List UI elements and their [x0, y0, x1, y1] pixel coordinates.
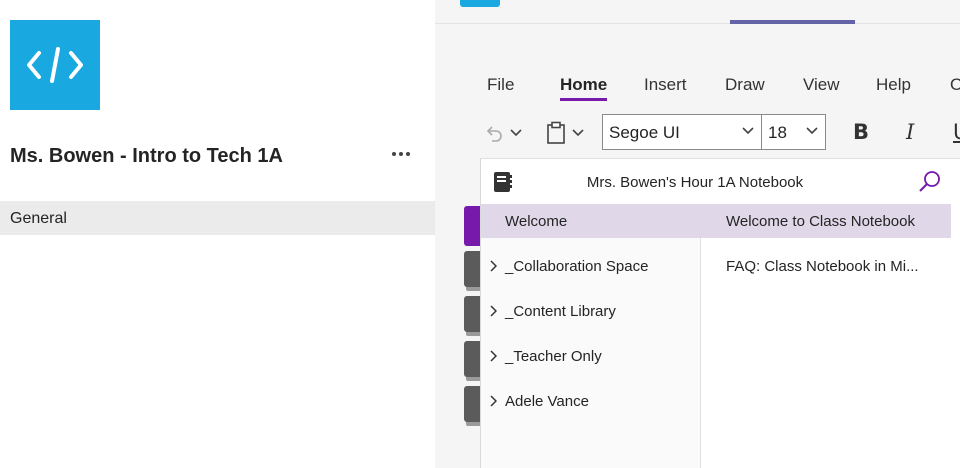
- notebook-header: Mrs. Bowen's Hour 1A Notebook: [481, 159, 960, 204]
- channel-general[interactable]: General: [0, 201, 435, 235]
- chevron-right-icon[interactable]: [489, 305, 497, 317]
- tab-help[interactable]: Help: [876, 75, 911, 95]
- tab-overflow[interactable]: O: [950, 75, 960, 95]
- more-options-button[interactable]: [388, 142, 414, 166]
- chevron-down-icon: [806, 127, 818, 135]
- section-label: _Collaboration Space: [505, 258, 649, 275]
- toolbar: Segoe UI 18 B I U: [435, 114, 960, 152]
- section-label: Welcome: [505, 213, 568, 230]
- page-label: Welcome to Class Notebook: [726, 213, 915, 230]
- notebook-panel: Mrs. Bowen's Hour 1A Notebook Welcome _C…: [480, 158, 960, 468]
- clipboard-icon: [547, 121, 565, 144]
- chevron-down-icon: [572, 129, 584, 137]
- page-label: FAQ: Class Notebook in Mi...: [726, 258, 919, 275]
- clipboard-button[interactable]: [545, 120, 585, 146]
- app-tile[interactable]: [460, 0, 500, 7]
- section-label: Adele Vance: [505, 393, 589, 410]
- section-item-collaboration-space[interactable]: _Collaboration Space: [481, 249, 701, 283]
- page-list: Welcome to Class Notebook FAQ: Class Not…: [701, 204, 960, 468]
- chevron-down-icon: [510, 129, 522, 137]
- active-tab-indicator: [730, 20, 855, 24]
- section-item-adele-vance[interactable]: Adele Vance: [481, 384, 701, 418]
- chevron-right-icon[interactable]: [489, 395, 497, 407]
- undo-button[interactable]: [483, 120, 523, 146]
- section-item-content-library[interactable]: _Content Library: [481, 294, 701, 328]
- section-item-welcome[interactable]: Welcome: [481, 204, 701, 238]
- section-list: Welcome _Collaboration Space _Content Li…: [481, 204, 701, 468]
- tab-file[interactable]: File: [487, 75, 514, 95]
- team-logo[interactable]: [10, 20, 100, 110]
- tab-draw[interactable]: Draw: [725, 75, 765, 95]
- notebook-title[interactable]: Mrs. Bowen's Hour 1A Notebook: [481, 174, 909, 191]
- section-item-teacher-only[interactable]: _Teacher Only: [481, 339, 701, 373]
- font-name-value: Segoe UI: [609, 123, 680, 142]
- font-size-value: 18: [768, 123, 787, 142]
- ribbon-tabs: File Home Insert Draw View Help O: [435, 70, 960, 104]
- chevron-right-icon[interactable]: [489, 260, 497, 272]
- font-size-select[interactable]: 18: [761, 114, 826, 150]
- top-bar: [435, 0, 960, 24]
- more-icon: [392, 152, 396, 156]
- team-panel: Ms. Bowen - Intro to Tech 1A General: [0, 0, 435, 468]
- tab-underline: [560, 98, 607, 101]
- chevron-down-icon: [742, 127, 754, 135]
- team-name: Ms. Bowen - Intro to Tech 1A: [10, 145, 283, 167]
- section-label: _Teacher Only: [505, 348, 602, 365]
- tab-home[interactable]: Home: [560, 75, 607, 95]
- search-icon[interactable]: [917, 169, 943, 195]
- page-item-faq[interactable]: FAQ: Class Notebook in Mi...: [701, 249, 951, 283]
- font-name-select[interactable]: Segoe UI: [602, 114, 762, 150]
- italic-button[interactable]: I: [906, 120, 914, 144]
- tab-insert[interactable]: Insert: [644, 75, 687, 95]
- channel-label: General: [10, 210, 67, 227]
- code-icon: [27, 47, 83, 83]
- page-item-welcome[interactable]: Welcome to Class Notebook: [701, 204, 951, 238]
- onenote-app: File Home Insert Draw View Help O Segoe …: [435, 0, 960, 468]
- tab-view[interactable]: View: [803, 75, 840, 95]
- bold-button[interactable]: B: [853, 120, 869, 144]
- underline-button[interactable]: U: [953, 120, 960, 144]
- chevron-right-icon[interactable]: [489, 350, 497, 362]
- section-label: _Content Library: [505, 303, 616, 320]
- undo-icon: [486, 126, 502, 142]
